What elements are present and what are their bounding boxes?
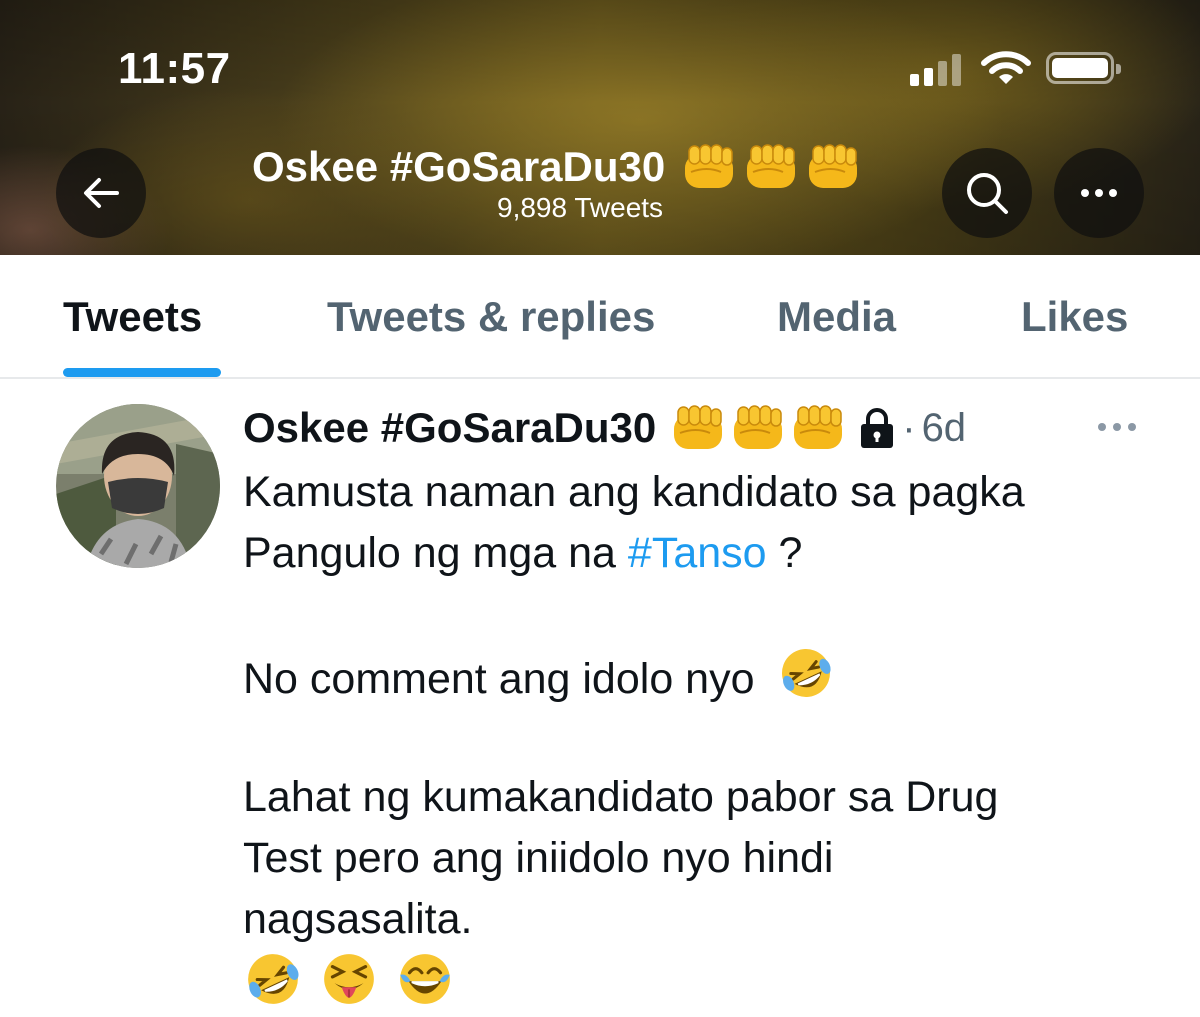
fist-emoji: [747, 144, 796, 188]
emoji-line: [243, 950, 1143, 1011]
tweet-header: Oskee #GoSaraDu30 · 6d: [243, 400, 966, 456]
search-button[interactable]: [942, 148, 1032, 238]
squinting-tongue-emoji: [324, 954, 374, 1004]
avatar-image: [56, 404, 220, 568]
profile-header: 11:57 Oskee #GoSaraDu30 9,898 Tweets: [0, 0, 1200, 255]
fist-emoji: [685, 144, 734, 188]
tweet-text-line: Test pero ang iniidolo nyo hindi: [243, 834, 834, 882]
tweet-text-line: Kamusta naman ang kandidato sa pagka: [243, 468, 1025, 516]
tweet-text: Kamusta naman ang kandidato sa pagka Pan…: [243, 462, 1143, 1011]
tab-tweets[interactable]: Tweets: [63, 293, 202, 341]
fist-emoji: [674, 405, 723, 449]
header-title-text: Oskee #GoSaraDu30: [252, 143, 666, 190]
profile-tabs: Tweets Tweets & replies Media Likes: [0, 255, 1200, 379]
author-fist-emoji-group: [670, 403, 846, 453]
wifi-icon: [981, 51, 1031, 84]
tweet-author-name[interactable]: Oskee #GoSaraDu30: [243, 404, 656, 452]
tweet-text-line: Pangulo ng mga na #Tanso ?: [243, 523, 1143, 584]
back-arrow-icon: [84, 178, 119, 208]
tweet-count: 9,898 Tweets: [497, 192, 664, 223]
status-time: 11:57: [118, 44, 231, 93]
tweet-text-segment: No comment ang idolo nyo: [243, 655, 755, 703]
back-button[interactable]: [56, 148, 146, 238]
active-tab-indicator: [63, 368, 221, 377]
rofl-emoji: [782, 649, 832, 697]
fist-emoji: [794, 405, 843, 449]
tweet-more-icon[interactable]: [1096, 420, 1138, 434]
more-options-button[interactable]: [1054, 148, 1144, 238]
tweet-text-segment: Pangulo ng mga na: [243, 529, 628, 577]
fist-emoji: [734, 405, 783, 449]
tab-media[interactable]: Media: [777, 293, 896, 341]
hashtag-link[interactable]: #Tanso: [628, 529, 767, 577]
cellular-signal-icon: [910, 52, 966, 86]
fist-emoji-group: [681, 142, 861, 192]
search-icon: [967, 173, 1008, 214]
tweet-text-line: No comment ang idolo nyo: [243, 645, 1143, 706]
tweet-separator: ·: [902, 405, 916, 450]
tweet-timestamp[interactable]: 6d: [922, 406, 967, 451]
more-icon: [1081, 189, 1117, 197]
tweet-text-line: Lahat ng kumakandidato pabor sa Drug: [243, 773, 999, 821]
rofl-emoji: [248, 954, 299, 1004]
tears-of-joy-emoji: [400, 954, 450, 1004]
tweet-text-line: nagsasalita.: [243, 895, 473, 943]
header-title: Oskee #GoSaraDu30: [252, 142, 861, 192]
battery-icon: [1046, 52, 1121, 84]
avatar[interactable]: [56, 404, 220, 568]
lock-icon: [861, 408, 894, 448]
tab-tweets-and-replies[interactable]: Tweets & replies: [327, 293, 655, 341]
fist-emoji: [809, 144, 858, 188]
tab-likes[interactable]: Likes: [1021, 293, 1128, 341]
tweet-text-segment: ?: [766, 529, 803, 577]
